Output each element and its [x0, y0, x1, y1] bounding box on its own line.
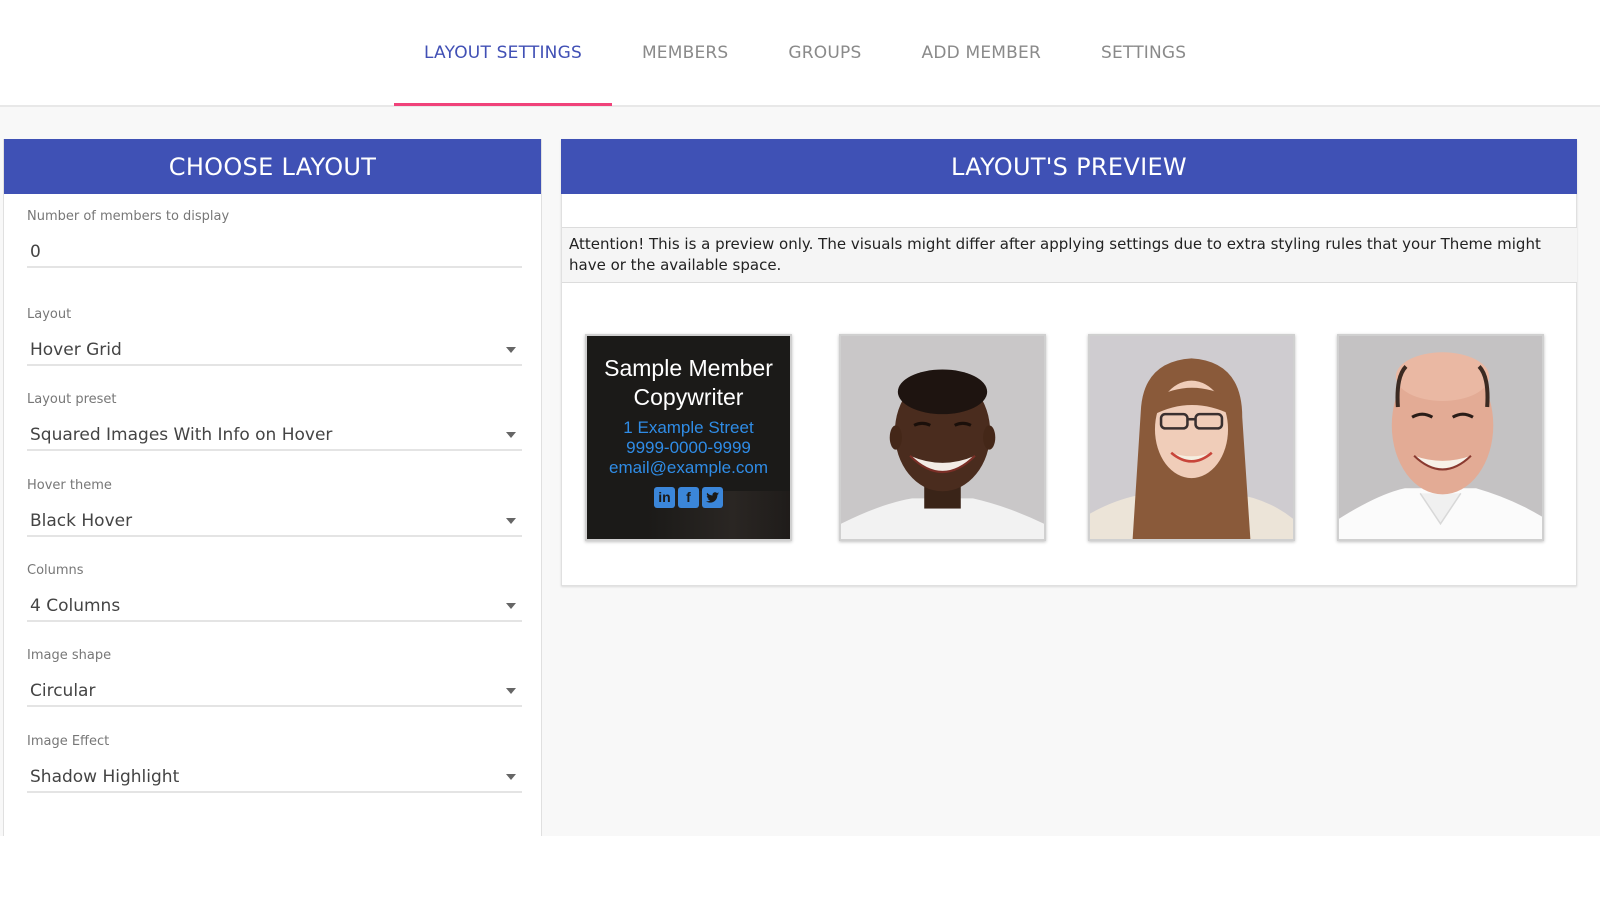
field-label: Image Effect — [27, 734, 110, 749]
field-label: Hover theme — [27, 478, 112, 493]
twitter-bird-glyph — [706, 492, 719, 503]
chevron-down-icon — [506, 518, 516, 524]
social-links: in f — [587, 487, 790, 508]
tab-layout-settings[interactable]: LAYOUT SETTINGS — [394, 0, 612, 106]
image-shape-select[interactable]: Circular — [27, 677, 522, 707]
member-role: Copywriter — [633, 384, 744, 410]
layout-field: Layout Hover Grid — [27, 307, 522, 366]
columns-select[interactable]: 4 Columns — [27, 592, 522, 622]
field-label: Layout — [27, 307, 72, 322]
image-effect-select[interactable]: Shadow Highlight — [27, 763, 522, 793]
twitter-icon[interactable] — [702, 487, 723, 508]
columns-field: Columns 4 Columns — [27, 563, 522, 622]
choose-layout-title: CHOOSE LAYOUT — [4, 139, 541, 194]
select-value: Hover Grid — [30, 340, 122, 360]
image-effect-field: Image Effect Shadow Highlight — [27, 734, 522, 793]
member-card-photo[interactable] — [1088, 334, 1295, 541]
members-grid: Sample Member Copywriter 1 Example Stree… — [585, 334, 1555, 541]
members-count-input-wrap — [27, 238, 522, 268]
tab-bar: LAYOUT SETTINGS MEMBERS GROUPS ADD MEMBE… — [0, 0, 1600, 107]
select-value: Black Hover — [30, 511, 133, 531]
select-value: 4 Columns — [30, 596, 121, 616]
member-photo-man — [841, 336, 1044, 539]
image-shape-field: Image shape Circular — [27, 648, 522, 707]
layout-preset-select[interactable]: Squared Images With Info on Hover — [27, 421, 522, 451]
member-contact: 1 Example Street 9999-0000-9999 email@ex… — [587, 418, 790, 478]
preview-notice: Attention! This is a preview only. The v… — [562, 227, 1577, 283]
chevron-down-icon — [506, 603, 516, 609]
hover-info: Sample Member Copywriter 1 Example Stree… — [587, 354, 790, 508]
choose-layout-panel: CHOOSE LAYOUT Number of members to displ… — [3, 139, 542, 836]
member-card-hover[interactable]: Sample Member Copywriter 1 Example Stree… — [585, 334, 792, 541]
member-card-photo[interactable] — [1337, 334, 1544, 541]
select-value: Shadow Highlight — [30, 767, 180, 787]
select-value: Squared Images With Info on Hover — [30, 425, 333, 445]
field-label: Columns — [27, 563, 84, 578]
member-phone: 9999-0000-9999 — [626, 438, 751, 457]
tabs: LAYOUT SETTINGS MEMBERS GROUPS ADD MEMBE… — [394, 0, 1216, 107]
content-area: CHOOSE LAYOUT Number of members to displ… — [0, 107, 1600, 836]
member-card-photo[interactable] — [839, 334, 1046, 541]
chevron-down-icon — [506, 774, 516, 780]
hover-theme-field: Hover theme Black Hover — [27, 478, 522, 537]
member-photo-bald-man — [1339, 336, 1542, 539]
layout-preview-title: LAYOUT'S PREVIEW — [561, 139, 1577, 194]
member-name: Sample Member — [604, 355, 773, 381]
members-count-field: Number of members to display — [27, 209, 522, 268]
member-photo-woman — [1090, 336, 1293, 539]
hover-theme-select[interactable]: Black Hover — [27, 507, 522, 537]
field-label: Image shape — [27, 648, 112, 663]
chevron-down-icon — [506, 688, 516, 694]
layout-preview-panel: LAYOUT'S PREVIEW Attention! This is a pr… — [561, 139, 1577, 586]
field-label: Number of members to display — [27, 209, 230, 224]
tab-settings[interactable]: SETTINGS — [1071, 0, 1216, 105]
tab-add-member[interactable]: ADD MEMBER — [891, 0, 1071, 105]
member-address: 1 Example Street — [623, 418, 754, 437]
select-value: Circular — [30, 681, 96, 701]
chevron-down-icon — [506, 432, 516, 438]
linkedin-icon[interactable]: in — [654, 487, 675, 508]
field-label: Layout preset — [27, 392, 117, 407]
facebook-icon[interactable]: f — [678, 487, 699, 508]
members-count-input[interactable] — [30, 242, 516, 262]
layout-select[interactable]: Hover Grid — [27, 336, 522, 366]
tab-members[interactable]: MEMBERS — [612, 0, 758, 105]
chevron-down-icon — [506, 347, 516, 353]
member-email: email@example.com — [609, 458, 768, 477]
layout-preset-field: Layout preset Squared Images With Info o… — [27, 392, 522, 451]
tab-groups[interactable]: GROUPS — [758, 0, 891, 105]
